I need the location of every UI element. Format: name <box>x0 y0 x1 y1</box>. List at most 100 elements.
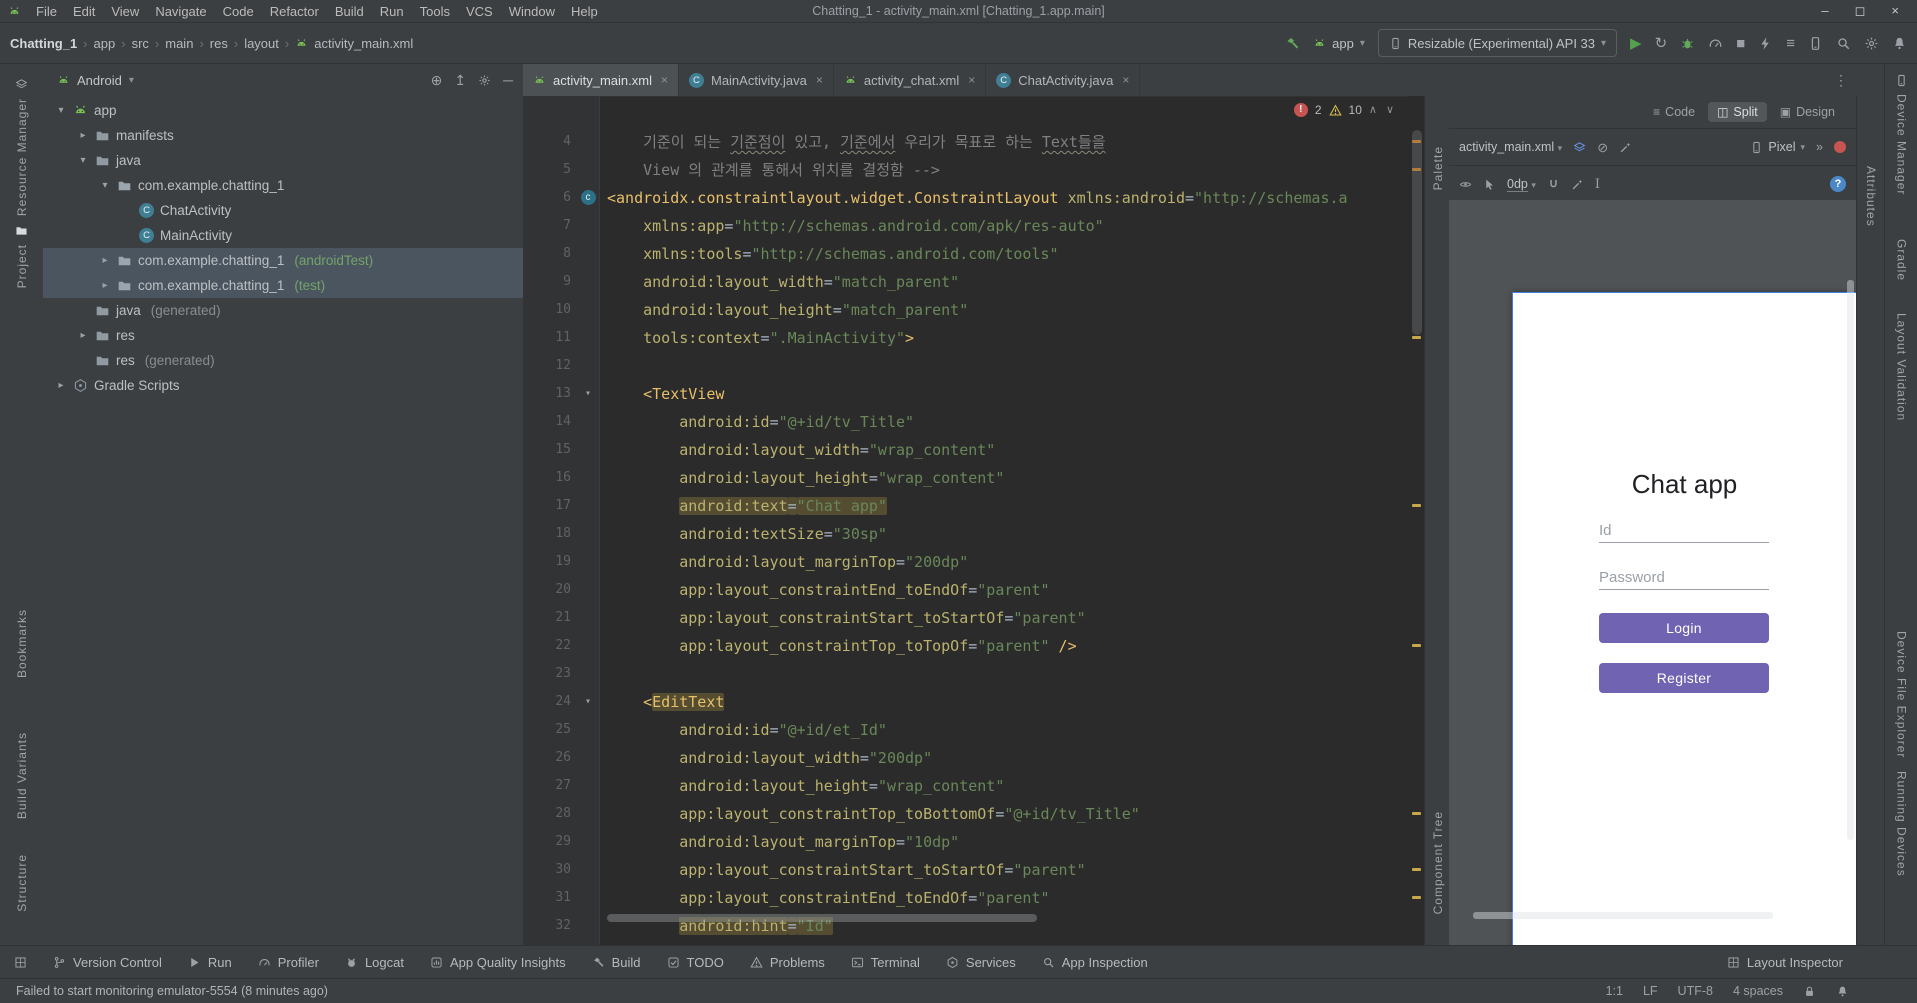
preview-login-button[interactable]: Login <box>1599 613 1769 643</box>
prev-error-icon[interactable]: ∧ <box>1369 103 1379 116</box>
stripe-mark[interactable] <box>1412 896 1421 899</box>
tree-item-app[interactable]: ▾ app <box>43 98 523 123</box>
expander-icon[interactable]: ▾ <box>99 180 111 191</box>
code-line-22[interactable]: 22 app:layout_constraintTop_toTopOf="par… <box>523 632 1408 660</box>
tool-button-layout-inspector[interactable]: Layout Inspector <box>1727 955 1843 970</box>
tool-button-layout-validation[interactable]: Layout Validation <box>1885 313 1917 421</box>
minimize-button[interactable]: – <box>1821 3 1828 19</box>
tool-button-build[interactable]: Build <box>592 955 641 970</box>
infer-constraints-wand-icon[interactable] <box>1571 178 1584 191</box>
tree-item-ChatActivity[interactable]: C ChatActivity <box>43 198 523 223</box>
magnet-autoconnect-icon[interactable] <box>1547 178 1560 191</box>
design-horizontal-scrollbar[interactable] <box>1473 912 1773 919</box>
settings-gear-icon[interactable] <box>1864 36 1879 51</box>
line-number[interactable]: 11 <box>523 324 577 352</box>
tool-button-problems[interactable]: Problems <box>750 955 825 970</box>
menu-navigate[interactable]: Navigate <box>148 3 213 20</box>
code-line-29[interactable]: 29 android:layout_marginTop="10dp" <box>523 828 1408 856</box>
caret-position[interactable]: 1:1 <box>1606 984 1623 998</box>
tool-button-services[interactable]: Services <box>946 955 1016 970</box>
device-selector[interactable]: Resizable (Experimental) API 33 ▾ <box>1377 29 1618 57</box>
constraintlayout-gutter-icon[interactable]: c <box>580 190 596 205</box>
code-line-6[interactable]: 6 c <androidx.constraintlayout.widget.Cons… <box>523 184 1408 212</box>
tree-item-java-generated[interactable]: java (generated) <box>43 298 523 323</box>
run-configuration-selector[interactable]: app ▾ <box>1313 36 1365 51</box>
window-grid-icon[interactable] <box>14 956 27 969</box>
menu-tools[interactable]: Tools <box>413 3 457 20</box>
stripe-mark[interactable] <box>1412 140 1421 143</box>
code-line-27[interactable]: 27 android:layout_height="wrap_content" <box>523 772 1408 800</box>
notifications-bell-icon[interactable] <box>1836 984 1849 998</box>
code-line-16[interactable]: 16 android:layout_height="wrap_content" <box>523 464 1408 492</box>
component-tree-tab[interactable]: Component Tree <box>1425 811 1450 914</box>
menu-build[interactable]: Build <box>328 3 371 20</box>
menu-run[interactable]: Run <box>373 3 411 20</box>
code-line-18[interactable]: 18 android:textSize="30sp" <box>523 520 1408 548</box>
rerun-icon[interactable]: ↻ <box>1655 36 1668 51</box>
line-number[interactable]: 22 <box>523 632 577 660</box>
palette-tab[interactable]: Palette <box>1425 146 1450 190</box>
code-line-25[interactable]: 25 android:id="@+id/et_Id" <box>523 716 1408 744</box>
tool-button-run[interactable]: Run <box>188 955 232 970</box>
code-line-31[interactable]: 31 app:layout_constraintEnd_toEndOf="par… <box>523 884 1408 912</box>
line-number[interactable]: 28 <box>523 800 577 828</box>
code-line-30[interactable]: 30 app:layout_constraintStart_toStartOf=… <box>523 856 1408 884</box>
code-line-21[interactable]: 21 app:layout_constraintStart_toStartOf=… <box>523 604 1408 632</box>
code-line-14[interactable]: 14 android:id="@+id/tv_Title" <box>523 408 1408 436</box>
next-error-icon[interactable]: ∨ <box>1386 103 1396 116</box>
breadcrumb-item-Chatting_1[interactable]: Chatting_1 <box>10 36 77 51</box>
search-icon[interactable] <box>1836 36 1851 51</box>
tool-button-app-quality-insights[interactable]: App Quality Insights <box>430 955 566 970</box>
code-line-17[interactable]: 17 android:text="Chat app" <box>523 492 1408 520</box>
design-file-selector[interactable]: activity_main.xml ▾ <box>1459 140 1562 154</box>
line-number[interactable]: 30 <box>523 856 577 884</box>
tool-button-profiler[interactable]: Profiler <box>258 955 319 970</box>
line-number[interactable]: 23 <box>523 660 577 688</box>
select-opened-file-icon[interactable]: ⊕ <box>431 72 443 89</box>
code-line-15[interactable]: 15 android:layout_width="wrap_content" <box>523 436 1408 464</box>
tool-button-bookmarks[interactable]: Bookmarks <box>0 609 43 678</box>
line-number[interactable]: 9 <box>523 268 577 296</box>
menu-view[interactable]: View <box>104 3 146 20</box>
warning-count[interactable]: 10 <box>1349 103 1362 117</box>
line-separator[interactable]: LF <box>1643 984 1658 998</box>
notifications-bell-icon[interactable] <box>1892 36 1907 51</box>
menu-edit[interactable]: Edit <box>66 3 102 20</box>
code-line-5[interactable]: 5 View 의 관계를 통해서 위치를 결정함 --> <box>523 156 1408 184</box>
mode-code-button[interactable]: ≡ Code <box>1644 102 1704 122</box>
tree-item-manifests[interactable]: ▸ manifests <box>43 123 523 148</box>
tool-button-app-inspection[interactable]: App Inspection <box>1042 955 1148 970</box>
close-tab-icon[interactable]: × <box>968 73 975 87</box>
line-number[interactable]: 13 <box>523 380 577 408</box>
close-button[interactable]: × <box>1891 3 1899 19</box>
expander-icon[interactable]: ▸ <box>99 255 111 266</box>
debug-button[interactable] <box>1680 36 1695 51</box>
layers-icon[interactable] <box>1573 141 1586 154</box>
tab-MainActivity.java[interactable]: C MainActivity.java × <box>679 64 834 96</box>
design-device-selector[interactable]: Pixel ▾ <box>1750 140 1805 154</box>
tree-item-com.example.chatting_1-test[interactable]: ▸ com.example.chatting_1 (test) <box>43 273 523 298</box>
apply-changes-icon[interactable] <box>1758 36 1773 51</box>
file-encoding[interactable]: UTF-8 <box>1678 984 1713 998</box>
run-button[interactable]: ▶ <box>1630 36 1642 51</box>
project-view-selector[interactable]: Android <box>77 73 122 88</box>
tool-button-device-manager[interactable]: Device Manager <box>1885 74 1917 195</box>
line-number[interactable]: 24 <box>523 688 577 716</box>
code-line-4[interactable]: 4 기준이 되는 기준점이 있고, 기준에서 우리가 목표로 하는 Text들을 <box>523 128 1408 156</box>
build-hammer-icon[interactable] <box>1285 36 1300 51</box>
disable-overlay-icon[interactable]: ⊘ <box>1597 141 1608 154</box>
mode-design-button[interactable]: ▣ Design <box>1771 102 1844 122</box>
menu-file[interactable]: File <box>29 3 64 20</box>
code-line-12[interactable]: 12 <box>523 352 1408 380</box>
design-preview-phone[interactable]: Chat app Id Password Login Register <box>1512 292 1856 945</box>
tool-button-structure[interactable]: Structure <box>0 854 43 912</box>
stripe-mark[interactable] <box>1412 868 1421 871</box>
indent-setting[interactable]: 4 spaces <box>1733 984 1783 998</box>
expander-icon[interactable]: ▸ <box>99 280 111 291</box>
line-number[interactable]: 25 <box>523 716 577 744</box>
code-line-10[interactable]: 10 android:layout_height="match_parent" <box>523 296 1408 324</box>
line-number[interactable]: 5 <box>523 156 577 184</box>
editor-options-kebab-icon[interactable]: ⋮ <box>1834 72 1848 89</box>
line-number[interactable]: 15 <box>523 436 577 464</box>
preview-id-field[interactable]: Id <box>1599 519 1769 543</box>
